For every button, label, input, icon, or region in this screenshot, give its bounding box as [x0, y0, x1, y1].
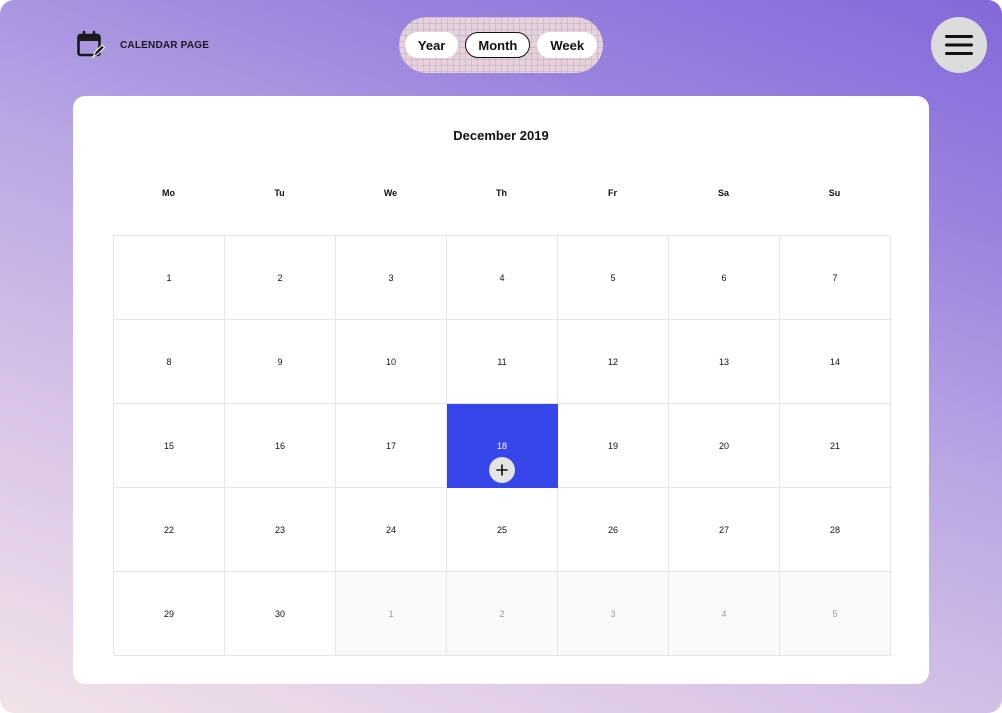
day-number: 21 — [829, 440, 840, 451]
day-cell[interactable]: 22 — [114, 488, 225, 572]
day-number: 22 — [163, 524, 174, 535]
day-cell[interactable]: 11 — [447, 320, 558, 404]
day-cell[interactable]: 15 — [114, 404, 225, 488]
day-cell[interactable]: 4 — [447, 236, 558, 320]
day-number: 5 — [610, 272, 616, 283]
day-cell[interactable]: 19 — [558, 404, 669, 488]
day-cell[interactable]: 5 — [558, 236, 669, 320]
day-cell[interactable]: 25 — [447, 488, 558, 572]
day-cell[interactable]: 27 — [669, 488, 780, 572]
day-number: 30 — [274, 608, 285, 619]
day-cell[interactable]: 30 — [225, 572, 336, 656]
day-number: 4 — [499, 272, 505, 283]
day-cell[interactable]: 13 — [669, 320, 780, 404]
add-event-button[interactable] — [489, 457, 515, 483]
day-cell[interactable]: 20 — [669, 404, 780, 488]
day-number: 7 — [832, 272, 838, 283]
day-cell[interactable]: 2 — [447, 572, 558, 656]
brand: CALENDAR PAGE — [76, 30, 209, 60]
day-cell[interactable]: 7 — [780, 236, 891, 320]
calendar-edit-icon — [76, 30, 106, 60]
plus-icon — [496, 464, 508, 476]
weekday-label: Mo — [162, 188, 175, 198]
weekday-label: We — [383, 188, 398, 198]
day-cell[interactable]: 6 — [669, 236, 780, 320]
day-cell[interactable]: 29 — [114, 572, 225, 656]
day-number: 9 — [277, 356, 283, 367]
day-number: 19 — [607, 440, 618, 451]
day-cell[interactable]: 1 — [114, 236, 225, 320]
calendar-app: CALENDAR PAGE Year Month Week December 2… — [0, 0, 1002, 713]
day-number: 3 — [388, 272, 394, 283]
day-number: 2 — [277, 272, 283, 283]
day-number: 17 — [385, 440, 396, 451]
day-cell[interactable]: 17 — [336, 404, 447, 488]
day-number: 1 — [388, 608, 394, 619]
day-cell[interactable]: 9 — [225, 320, 336, 404]
weekday-label: Tu — [274, 188, 285, 198]
day-number: 5 — [832, 608, 838, 619]
day-cell[interactable]: 14 — [780, 320, 891, 404]
day-cell[interactable]: 23 — [225, 488, 336, 572]
day-cell[interactable]: 4 — [669, 572, 780, 656]
day-cell[interactable]: 3 — [558, 572, 669, 656]
day-number: 4 — [721, 608, 727, 619]
day-number: 14 — [829, 356, 840, 367]
day-number: 27 — [718, 524, 729, 535]
day-number: 2 — [499, 608, 505, 619]
day-number: 13 — [718, 356, 729, 367]
day-number: 6 — [721, 272, 727, 283]
month-title: December 2019 — [453, 128, 549, 143]
weekday-label: Fr — [608, 188, 617, 198]
view-month-button[interactable]: Month — [465, 32, 531, 58]
header: CALENDAR PAGE Year Month Week — [0, 0, 1002, 92]
day-number: 18 — [496, 440, 507, 451]
day-cell-selected[interactable]: 18 — [447, 404, 558, 488]
day-number: 3 — [610, 608, 616, 619]
day-cell[interactable]: 21 — [780, 404, 891, 488]
day-number: 15 — [163, 440, 174, 451]
day-cell[interactable]: 2 — [225, 236, 336, 320]
day-number: 24 — [385, 524, 396, 535]
day-number: 11 — [497, 356, 507, 367]
day-cell[interactable]: 26 — [558, 488, 669, 572]
day-number: 1 — [166, 272, 172, 283]
menu-button[interactable] — [931, 17, 987, 73]
day-cell[interactable]: 5 — [780, 572, 891, 656]
day-cell[interactable]: 8 — [114, 320, 225, 404]
day-cell[interactable]: 10 — [336, 320, 447, 404]
view-switch: Year Month Week — [399, 17, 603, 73]
day-number: 8 — [166, 356, 172, 367]
day-number: 10 — [385, 356, 396, 367]
view-year-button[interactable]: Year — [404, 32, 459, 58]
weekday-header: Mo Tu We Th Fr Sa Su — [113, 188, 890, 198]
day-number: 29 — [163, 608, 174, 619]
weekday-label: Th — [496, 188, 507, 198]
view-week-button[interactable]: Week — [537, 32, 598, 58]
day-number: 26 — [607, 524, 618, 535]
calendar-grid: 1 2 3 4 5 6 7 8 9 10 11 12 13 14 15 16 17 18 19 20 21 22 23 24 2… — [113, 235, 891, 656]
weekday-label: Su — [828, 188, 841, 198]
day-number: 25 — [496, 524, 507, 535]
day-number: 28 — [829, 524, 840, 535]
day-cell[interactable]: 1 — [336, 572, 447, 656]
day-number: 20 — [718, 440, 729, 451]
day-cell[interactable]: 16 — [225, 404, 336, 488]
hamburger-menu-icon — [945, 34, 973, 56]
day-number: 23 — [274, 524, 285, 535]
calendar-card: December 2019 Mo Tu We Th Fr Sa Su 12345… — [73, 96, 929, 684]
day-number: 12 — [607, 356, 618, 367]
day-cell[interactable]: 28 — [780, 488, 891, 572]
day-number: 16 — [274, 440, 285, 451]
day-cell[interactable]: 3 — [336, 236, 447, 320]
day-cell[interactable]: 12 — [558, 320, 669, 404]
day-cell[interactable]: 24 — [336, 488, 447, 572]
page-title: CALENDAR PAGE — [120, 39, 210, 51]
weekday-label: Sa — [717, 188, 729, 198]
